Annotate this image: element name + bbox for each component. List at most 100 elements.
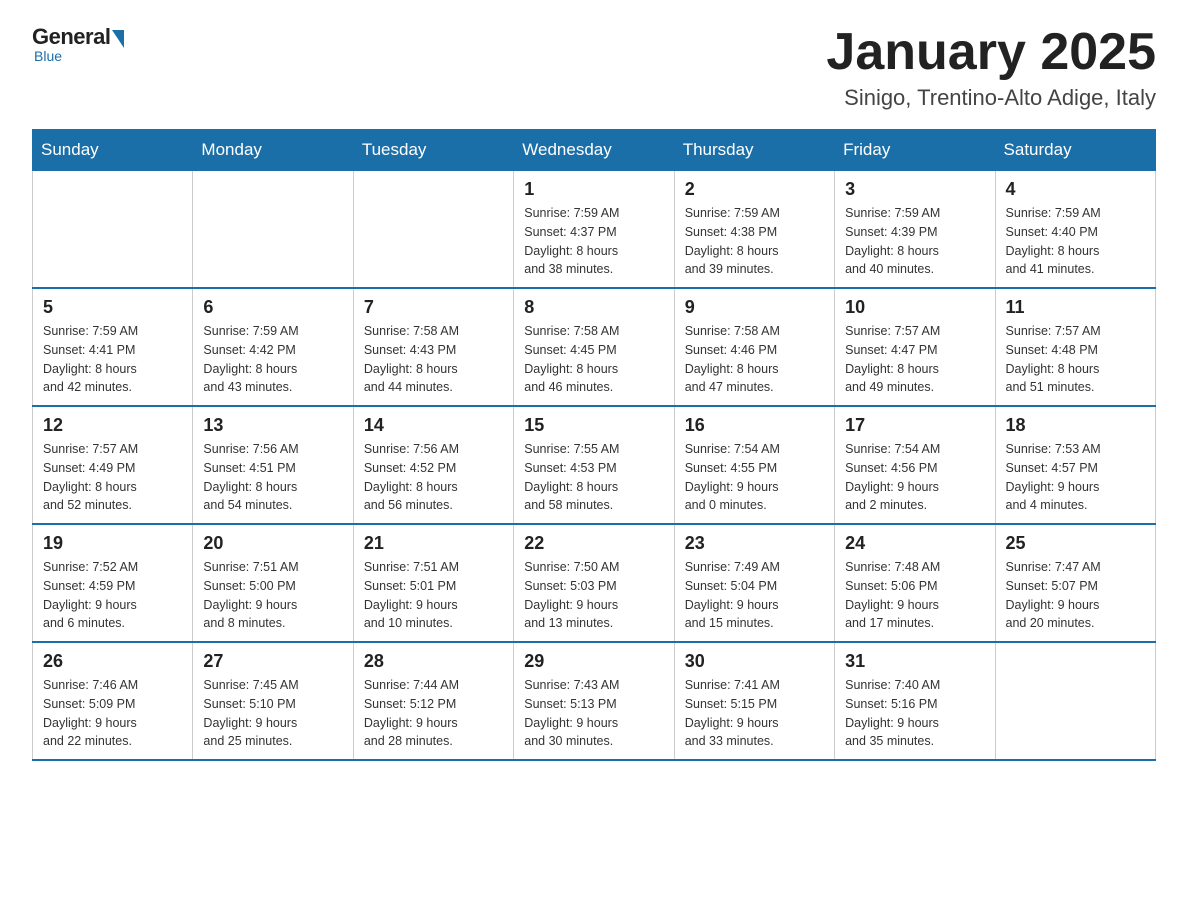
month-title: January 2025 bbox=[826, 24, 1156, 81]
day-info: Sunrise: 7:56 AMSunset: 4:51 PMDaylight:… bbox=[203, 440, 342, 515]
logo-arrow-icon bbox=[112, 30, 124, 48]
day-info: Sunrise: 7:52 AMSunset: 4:59 PMDaylight:… bbox=[43, 558, 182, 633]
day-info: Sunrise: 7:58 AMSunset: 4:46 PMDaylight:… bbox=[685, 322, 824, 397]
header-saturday: Saturday bbox=[995, 130, 1155, 171]
calendar-cell: 14Sunrise: 7:56 AMSunset: 4:52 PMDayligh… bbox=[353, 406, 513, 524]
day-number: 9 bbox=[685, 297, 824, 318]
day-number: 8 bbox=[524, 297, 663, 318]
day-number: 26 bbox=[43, 651, 182, 672]
calendar-cell: 31Sunrise: 7:40 AMSunset: 5:16 PMDayligh… bbox=[835, 642, 995, 760]
calendar-cell: 27 Sunrise: 7:45 AMSunset: 5:10 PMDayligh… bbox=[193, 642, 353, 760]
calendar-table: SundayMondayTuesdayWednesdayThursdayFrid… bbox=[32, 129, 1156, 761]
day-number: 29 bbox=[524, 651, 663, 672]
day-number: 28 bbox=[364, 651, 503, 672]
calendar-cell: 8 Sunrise: 7:58 AMSunset: 4:45 PMDaylight… bbox=[514, 288, 674, 406]
day-info: Sunrise: 7:43 AMSunset: 5:13 PMDaylight:… bbox=[524, 676, 663, 751]
day-info: Sunrise: 7:50 AMSunset: 5:03 PMDaylight:… bbox=[524, 558, 663, 633]
day-number: 14 bbox=[364, 415, 503, 436]
header-row: SundayMondayTuesdayWednesdayThursdayFrid… bbox=[33, 130, 1156, 171]
header-friday: Friday bbox=[835, 130, 995, 171]
calendar-cell: 28 Sunrise: 7:44 AMSunset: 5:12 PMDayligh… bbox=[353, 642, 513, 760]
calendar-cell: 29 Sunrise: 7:43 AMSunset: 5:13 PMDayligh… bbox=[514, 642, 674, 760]
calendar-cell: 4 Sunrise: 7:59 AMSunset: 4:40 PMDaylight… bbox=[995, 171, 1155, 289]
day-info: Sunrise: 7:59 AMSunset: 4:39 PMDaylight:… bbox=[845, 204, 984, 279]
header-sunday: Sunday bbox=[33, 130, 193, 171]
day-number: 12 bbox=[43, 415, 182, 436]
day-info: Sunrise: 7:54 AMSunset: 4:55 PMDaylight:… bbox=[685, 440, 824, 515]
day-number: 24 bbox=[845, 533, 984, 554]
day-number: 15 bbox=[524, 415, 663, 436]
day-info: Sunrise: 7:51 AMSunset: 5:01 PMDaylight:… bbox=[364, 558, 503, 633]
calendar-cell bbox=[353, 171, 513, 289]
day-info: Sunrise: 7:57 AMSunset: 4:47 PMDaylight:… bbox=[845, 322, 984, 397]
day-info: Sunrise: 7:45 AMSunset: 5:10 PMDaylight:… bbox=[203, 676, 342, 751]
calendar-cell: 18 Sunrise: 7:53 AMSunset: 4:57 PMDayligh… bbox=[995, 406, 1155, 524]
day-info: Sunrise: 7:41 AMSunset: 5:15 PMDaylight:… bbox=[685, 676, 824, 751]
page-header: General Blue January 2025 Sinigo, Trenti… bbox=[32, 24, 1156, 111]
day-info: Sunrise: 7:51 AMSunset: 5:00 PMDaylight:… bbox=[203, 558, 342, 633]
day-number: 1 bbox=[524, 179, 663, 200]
day-number: 16 bbox=[685, 415, 824, 436]
day-number: 21 bbox=[364, 533, 503, 554]
calendar-cell: 24Sunrise: 7:48 AMSunset: 5:06 PMDayligh… bbox=[835, 524, 995, 642]
day-number: 19 bbox=[43, 533, 182, 554]
calendar-cell: 17 Sunrise: 7:54 AMSunset: 4:56 PMDayligh… bbox=[835, 406, 995, 524]
day-number: 2 bbox=[685, 179, 824, 200]
calendar-cell: 13 Sunrise: 7:56 AMSunset: 4:51 PMDayligh… bbox=[193, 406, 353, 524]
calendar-cell: 21 Sunrise: 7:51 AMSunset: 5:01 PMDayligh… bbox=[353, 524, 513, 642]
calendar-cell: 2 Sunrise: 7:59 AMSunset: 4:38 PMDaylight… bbox=[674, 171, 834, 289]
day-info: Sunrise: 7:58 AMSunset: 4:43 PMDaylight:… bbox=[364, 322, 503, 397]
calendar-cell bbox=[33, 171, 193, 289]
header-tuesday: Tuesday bbox=[353, 130, 513, 171]
header-monday: Monday bbox=[193, 130, 353, 171]
location-subtitle: Sinigo, Trentino-Alto Adige, Italy bbox=[826, 85, 1156, 111]
calendar-cell: 26 Sunrise: 7:46 AMSunset: 5:09 PMDayligh… bbox=[33, 642, 193, 760]
logo-general-text: General bbox=[32, 24, 110, 50]
calendar-cell: 6Sunrise: 7:59 AMSunset: 4:42 PMDaylight… bbox=[193, 288, 353, 406]
day-info: Sunrise: 7:55 AMSunset: 4:53 PMDaylight:… bbox=[524, 440, 663, 515]
day-info: Sunrise: 7:58 AMSunset: 4:45 PMDaylight:… bbox=[524, 322, 663, 397]
day-number: 27 bbox=[203, 651, 342, 672]
calendar-cell: 9 Sunrise: 7:58 AMSunset: 4:46 PMDaylight… bbox=[674, 288, 834, 406]
day-info: Sunrise: 7:59 AMSunset: 4:40 PMDaylight:… bbox=[1006, 204, 1145, 279]
day-number: 7 bbox=[364, 297, 503, 318]
header-thursday: Thursday bbox=[674, 130, 834, 171]
day-info: Sunrise: 7:59 AMSunset: 4:37 PMDaylight:… bbox=[524, 204, 663, 279]
calendar-cell: 25Sunrise: 7:47 AMSunset: 5:07 PMDayligh… bbox=[995, 524, 1155, 642]
day-number: 3 bbox=[845, 179, 984, 200]
calendar-cell: 30 Sunrise: 7:41 AMSunset: 5:15 PMDayligh… bbox=[674, 642, 834, 760]
calendar-cell: 20 Sunrise: 7:51 AMSunset: 5:00 PMDayligh… bbox=[193, 524, 353, 642]
day-info: Sunrise: 7:46 AMSunset: 5:09 PMDaylight:… bbox=[43, 676, 182, 751]
day-number: 6 bbox=[203, 297, 342, 318]
day-info: Sunrise: 7:47 AMSunset: 5:07 PMDaylight:… bbox=[1006, 558, 1145, 633]
calendar-cell bbox=[193, 171, 353, 289]
calendar-cell: 23 Sunrise: 7:49 AMSunset: 5:04 PMDayligh… bbox=[674, 524, 834, 642]
day-number: 11 bbox=[1006, 297, 1145, 318]
day-number: 17 bbox=[845, 415, 984, 436]
day-info: Sunrise: 7:53 AMSunset: 4:57 PMDaylight:… bbox=[1006, 440, 1145, 515]
calendar-cell: 19 Sunrise: 7:52 AMSunset: 4:59 PMDayligh… bbox=[33, 524, 193, 642]
calendar-cell: 10Sunrise: 7:57 AMSunset: 4:47 PMDayligh… bbox=[835, 288, 995, 406]
calendar-body: 1 Sunrise: 7:59 AMSunset: 4:37 PMDaylight… bbox=[33, 171, 1156, 761]
day-number: 13 bbox=[203, 415, 342, 436]
week-row-4: 19 Sunrise: 7:52 AMSunset: 4:59 PMDayligh… bbox=[33, 524, 1156, 642]
day-info: Sunrise: 7:44 AMSunset: 5:12 PMDaylight:… bbox=[364, 676, 503, 751]
calendar-cell: 11Sunrise: 7:57 AMSunset: 4:48 PMDayligh… bbox=[995, 288, 1155, 406]
day-number: 20 bbox=[203, 533, 342, 554]
day-number: 18 bbox=[1006, 415, 1145, 436]
day-number: 23 bbox=[685, 533, 824, 554]
header-wednesday: Wednesday bbox=[514, 130, 674, 171]
week-row-2: 5Sunrise: 7:59 AMSunset: 4:41 PMDaylight… bbox=[33, 288, 1156, 406]
day-number: 30 bbox=[685, 651, 824, 672]
title-block: January 2025 Sinigo, Trentino-Alto Adige… bbox=[826, 24, 1156, 111]
day-info: Sunrise: 7:59 AMSunset: 4:41 PMDaylight:… bbox=[43, 322, 182, 397]
day-info: Sunrise: 7:54 AMSunset: 4:56 PMDaylight:… bbox=[845, 440, 984, 515]
day-number: 31 bbox=[845, 651, 984, 672]
day-info: Sunrise: 7:59 AMSunset: 4:38 PMDaylight:… bbox=[685, 204, 824, 279]
day-number: 4 bbox=[1006, 179, 1145, 200]
day-info: Sunrise: 7:49 AMSunset: 5:04 PMDaylight:… bbox=[685, 558, 824, 633]
calendar-cell: 12Sunrise: 7:57 AMSunset: 4:49 PMDayligh… bbox=[33, 406, 193, 524]
week-row-3: 12Sunrise: 7:57 AMSunset: 4:49 PMDayligh… bbox=[33, 406, 1156, 524]
calendar-header: SundayMondayTuesdayWednesdayThursdayFrid… bbox=[33, 130, 1156, 171]
calendar-cell: 7 Sunrise: 7:58 AMSunset: 4:43 PMDaylight… bbox=[353, 288, 513, 406]
